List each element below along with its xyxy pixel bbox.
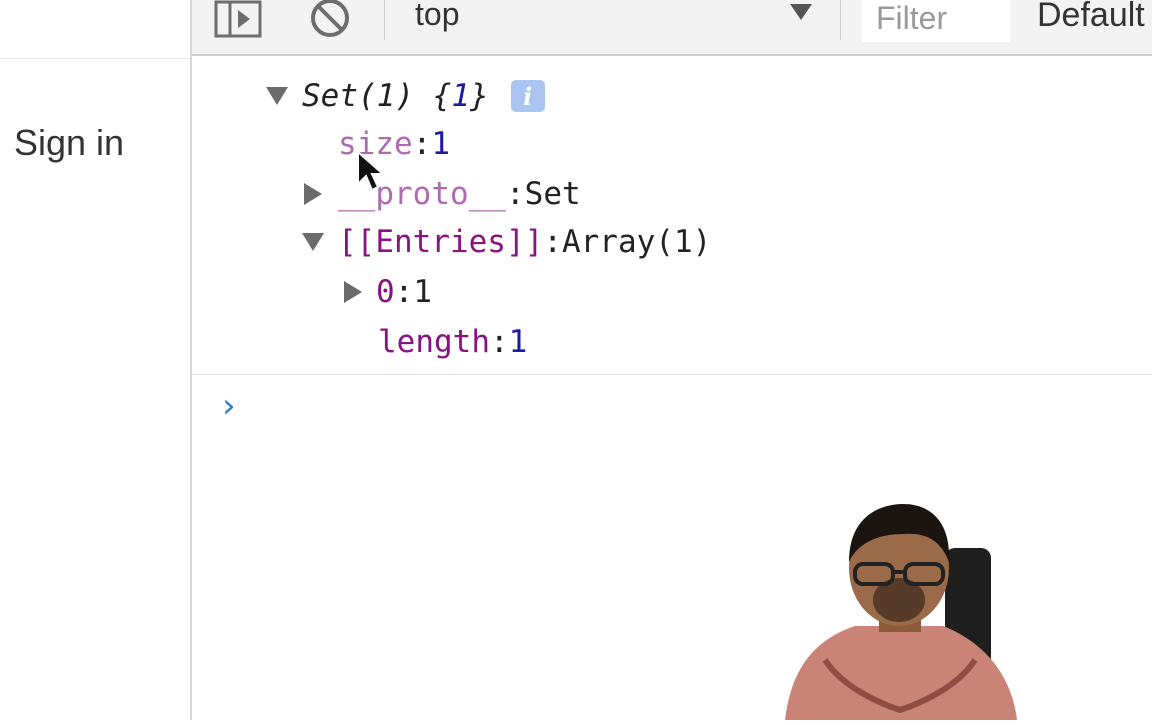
clear-console-icon[interactable] (308, 0, 352, 40)
sidebar-toggle-icon[interactable] (214, 0, 262, 40)
property-entries[interactable]: [[Entries]]: Array(1) (302, 224, 711, 260)
property-value: 1 (431, 126, 450, 162)
property-length: length: 1 (378, 324, 527, 360)
property-value: 1 (413, 274, 433, 310)
mouse-cursor-icon (356, 149, 386, 199)
page-sidebar-header (0, 0, 190, 59)
set-preview-prefix: Set(1) { (302, 78, 452, 114)
property-value: Set (524, 176, 581, 212)
dropdown-arrow-icon[interactable] (790, 4, 812, 25)
property-size: size: 1 (338, 126, 450, 162)
presenter-video-icon (785, 504, 1017, 720)
set-preview-suffix: } (469, 78, 489, 114)
property-value: 1 (508, 324, 528, 360)
property-key: length (378, 324, 490, 360)
property-separator: : (489, 324, 509, 360)
property-key: 0 (376, 274, 395, 310)
property-separator: : (394, 274, 414, 310)
expand-icon[interactable] (344, 281, 362, 303)
property-value: Array(1) (561, 224, 712, 260)
property-separator: : (412, 126, 432, 162)
property-key: [[Entries]] (338, 224, 544, 260)
toolbar-separator (840, 0, 841, 40)
collapse-icon[interactable] (266, 87, 288, 105)
filter-input[interactable]: Filter (862, 0, 1010, 42)
set-preview-value: 1 (451, 78, 470, 114)
collapse-icon[interactable] (302, 233, 324, 251)
entry-0[interactable]: 0: 1 (344, 274, 432, 310)
sign-in-link[interactable]: Sign in (14, 122, 124, 164)
toolbar-separator (384, 0, 385, 40)
console-message-set: Set(1) {1} i (266, 78, 545, 114)
property-separator: : (505, 176, 525, 212)
page-sidebar: Sign in (0, 0, 192, 720)
expand-icon[interactable] (304, 183, 322, 205)
context-selector[interactable]: top (415, 0, 459, 33)
property-proto[interactable]: __proto__: Set (304, 176, 581, 212)
property-separator: : (543, 224, 562, 260)
info-icon[interactable]: i (510, 80, 545, 112)
console-divider (192, 374, 1152, 375)
webcam-overlay (765, 500, 1035, 720)
console-toolbar: top Filter Default (192, 0, 1152, 56)
prompt-icon[interactable]: › (222, 386, 236, 426)
log-levels-dropdown[interactable]: Default (1037, 0, 1145, 35)
